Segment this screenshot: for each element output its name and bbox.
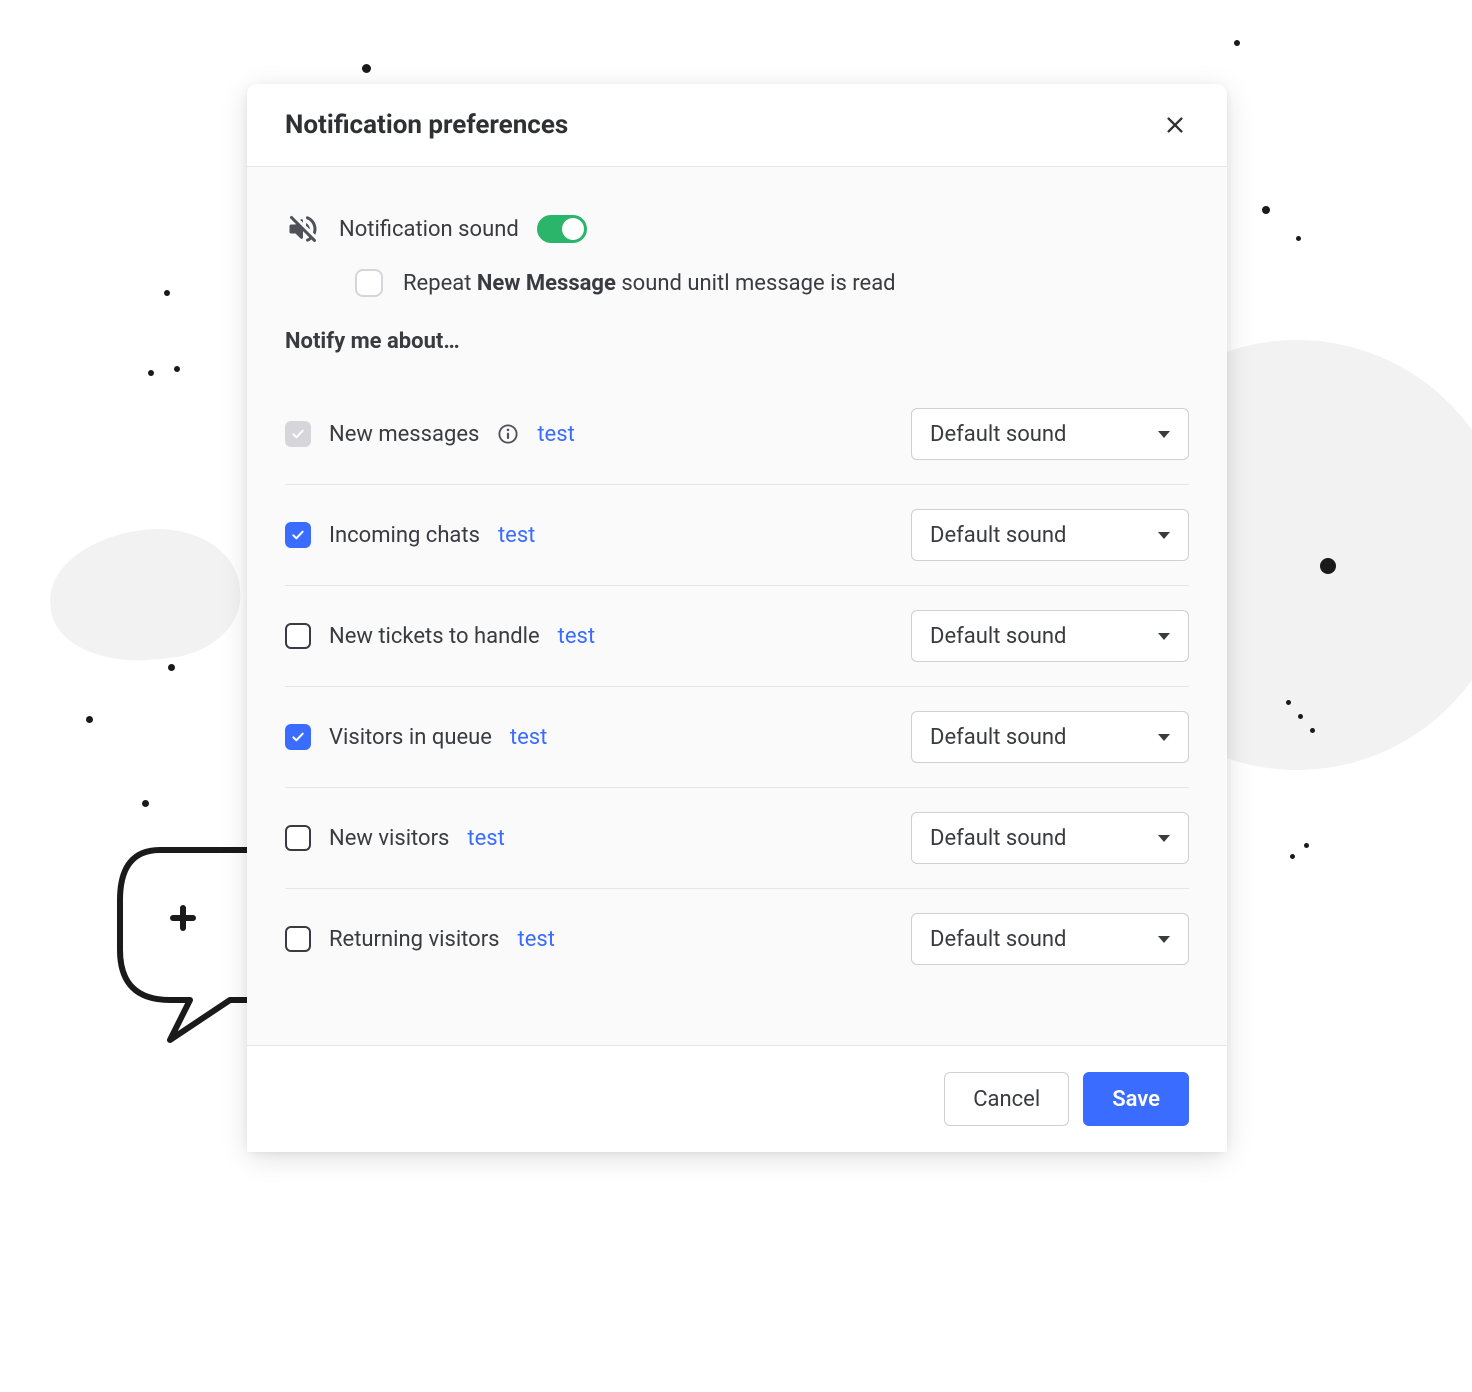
bg-blob xyxy=(45,522,246,668)
checkbox-new-tickets[interactable] xyxy=(285,623,311,649)
test-link[interactable]: test xyxy=(510,725,547,750)
close-icon xyxy=(1164,114,1186,136)
check-icon xyxy=(290,527,306,543)
sound-select[interactable]: Default sound xyxy=(911,509,1189,561)
close-button[interactable] xyxy=(1161,111,1189,139)
checkbox-new-messages xyxy=(285,421,311,447)
sound-toggle[interactable] xyxy=(537,215,587,243)
check-icon xyxy=(290,426,306,442)
bg-dot xyxy=(148,370,154,376)
sound-toggle-label: Notification sound xyxy=(339,217,519,242)
modal-title: Notification preferences xyxy=(285,110,568,140)
test-link[interactable]: test xyxy=(498,523,535,548)
volume-off-icon xyxy=(285,211,321,247)
section-title: Notify me about… xyxy=(285,329,1189,354)
test-link[interactable]: test xyxy=(558,624,595,649)
row-label: New messages xyxy=(329,422,479,447)
row-label: Incoming chats xyxy=(329,523,480,548)
sound-select[interactable]: Default sound xyxy=(911,610,1189,662)
bg-dot xyxy=(362,64,371,73)
bg-dot xyxy=(164,290,170,296)
checkbox-new-visitors[interactable] xyxy=(285,825,311,851)
chevron-down-icon xyxy=(1158,835,1170,842)
modal-body: Notification sound Repeat New Message so… xyxy=(247,167,1227,1045)
sound-select-label: Default sound xyxy=(930,624,1066,649)
bg-dot xyxy=(1234,40,1240,46)
checkbox-returning-visitors[interactable] xyxy=(285,926,311,952)
bg-dot xyxy=(1320,558,1336,574)
info-icon[interactable] xyxy=(497,423,519,445)
bg-dot xyxy=(1304,843,1309,848)
sound-select-label: Default sound xyxy=(930,826,1066,851)
notif-row-new-tickets: New tickets to handle test Default sound xyxy=(285,586,1189,687)
sound-select-label: Default sound xyxy=(930,422,1066,447)
notif-row-new-messages: New messages test Default sound xyxy=(285,384,1189,485)
bg-dot xyxy=(142,800,149,807)
bg-dot xyxy=(1310,728,1315,733)
bg-dot xyxy=(1298,714,1303,719)
bg-dot xyxy=(1296,236,1301,241)
chevron-down-icon xyxy=(1158,734,1170,741)
save-button[interactable]: Save xyxy=(1083,1072,1189,1126)
sound-select[interactable]: Default sound xyxy=(911,711,1189,763)
sound-toggle-row: Notification sound xyxy=(285,211,1189,247)
row-label: New tickets to handle xyxy=(329,624,540,649)
chevron-down-icon xyxy=(1158,633,1170,640)
toggle-knob xyxy=(562,218,584,240)
sound-select-label: Default sound xyxy=(930,523,1066,548)
checkbox-incoming-chats[interactable] xyxy=(285,522,311,548)
sound-select[interactable]: Default sound xyxy=(911,913,1189,965)
modal-header: Notification preferences xyxy=(247,84,1227,167)
test-link[interactable]: test xyxy=(467,826,504,851)
repeat-row: Repeat New Message sound unitl message i… xyxy=(355,269,1189,297)
notif-row-visitors-queue: Visitors in queue test Default sound xyxy=(285,687,1189,788)
bg-dot xyxy=(174,366,180,372)
sound-select[interactable]: Default sound xyxy=(911,408,1189,460)
bg-dot xyxy=(1286,700,1291,705)
notification-preferences-modal: Notification preferences Notification so… xyxy=(247,84,1227,1152)
repeat-checkbox[interactable] xyxy=(355,269,383,297)
bg-dot xyxy=(168,664,175,671)
chevron-down-icon xyxy=(1158,532,1170,539)
row-label: Returning visitors xyxy=(329,927,500,952)
cancel-button[interactable]: Cancel xyxy=(944,1072,1069,1126)
sound-select-label: Default sound xyxy=(930,927,1066,952)
chevron-down-icon xyxy=(1158,936,1170,943)
chevron-down-icon xyxy=(1158,431,1170,438)
checkbox-visitors-queue[interactable] xyxy=(285,724,311,750)
notif-row-new-visitors: New visitors test Default sound xyxy=(285,788,1189,889)
test-link[interactable]: test xyxy=(518,927,555,952)
row-label: Visitors in queue xyxy=(329,725,492,750)
check-icon xyxy=(290,729,306,745)
notif-row-returning-visitors: Returning visitors test Default sound xyxy=(285,889,1189,989)
bg-dot xyxy=(1290,854,1295,859)
repeat-label: Repeat New Message sound unitl message i… xyxy=(403,271,896,296)
sound-select-label: Default sound xyxy=(930,725,1066,750)
row-label: New visitors xyxy=(329,826,449,851)
test-link[interactable]: test xyxy=(537,422,574,447)
bg-dot xyxy=(86,716,93,723)
notif-row-incoming-chats: Incoming chats test Default sound xyxy=(285,485,1189,586)
bg-dot xyxy=(1262,206,1270,214)
modal-footer: Cancel Save xyxy=(247,1045,1227,1152)
sound-select[interactable]: Default sound xyxy=(911,812,1189,864)
